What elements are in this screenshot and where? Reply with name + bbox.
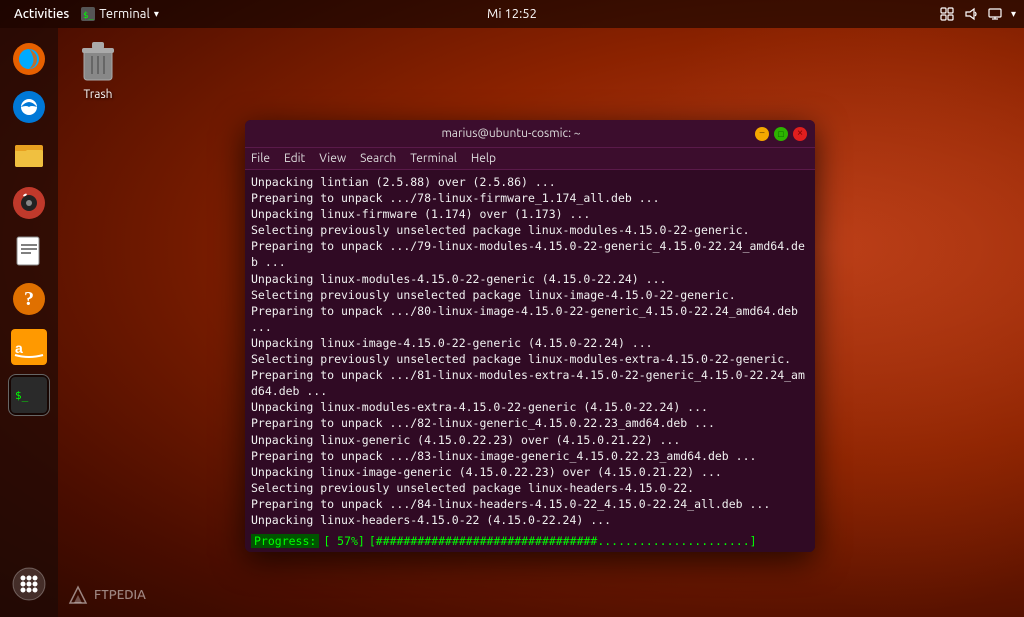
topbar-left: Activities $_ Terminal ▾: [8, 7, 159, 21]
terminal-line-2: Unpacking linux-firmware (1.174) over (1…: [251, 206, 809, 222]
menu-file[interactable]: File: [251, 152, 270, 165]
desktop-trash[interactable]: Trash: [74, 36, 122, 101]
trash-label: Trash: [83, 88, 112, 101]
terminal-line-12: Preparing to unpack .../81-linux-modules…: [251, 367, 809, 383]
terminal-line-19: Selecting previously unselected package …: [251, 480, 809, 496]
dock-icon-firefox[interactable]: [8, 38, 50, 80]
svg-text:a: a: [15, 340, 23, 356]
progress-bar: [################################.......…: [369, 534, 757, 548]
terminal-menubar: File Edit View Search Terminal Help: [245, 148, 815, 170]
dock-icon-amazon[interactable]: a: [8, 326, 50, 368]
terminal-titlebar: marius@ubuntu-cosmic: ~ − □ ×: [245, 120, 815, 148]
topbar-right: ▾: [939, 6, 1016, 22]
maximize-button[interactable]: □: [774, 127, 788, 141]
topbar-clock: Mi 12:52: [487, 7, 537, 21]
dock-icon-document[interactable]: [8, 230, 50, 272]
topbar-app-name[interactable]: Terminal: [99, 7, 150, 21]
dock-icon-thunderbird[interactable]: [8, 86, 50, 128]
close-button[interactable]: ×: [793, 127, 807, 141]
dock-icon-help[interactable]: ?: [8, 278, 50, 320]
system-icon: [987, 6, 1003, 22]
terminal-line-7: Selecting previously unselected package …: [251, 287, 809, 303]
topbar-app: $_ Terminal ▾: [81, 7, 159, 21]
terminal-line-20: Preparing to unpack .../84-linux-headers…: [251, 496, 809, 512]
terminal-line-11: Selecting previously unselected package …: [251, 351, 809, 367]
terminal-line-21: Unpacking linux-headers-4.15.0-22 (4.15.…: [251, 512, 809, 528]
terminal-window: marius@ubuntu-cosmic: ~ − □ × File Edit …: [245, 120, 815, 552]
terminal-line-8: Preparing to unpack .../80-linux-image-4…: [251, 303, 809, 319]
terminal-line-10: Unpacking linux-image-4.15.0-22-generic …: [251, 335, 809, 351]
topbar-dropdown-arrow[interactable]: ▾: [154, 8, 159, 20]
ftpedia-icon: [68, 585, 88, 605]
dock-icon-music[interactable]: [8, 182, 50, 224]
terminal-line-5: b ...: [251, 254, 809, 270]
terminal-progress-area: Progress: [ 57%] [######################…: [245, 532, 815, 552]
dock-icon-terminal[interactable]: $_: [8, 374, 50, 416]
terminal-body[interactable]: Unpacking lintian (2.5.88) over (2.5.86)…: [245, 170, 815, 532]
terminal-line-17: Preparing to unpack .../83-linux-image-g…: [251, 448, 809, 464]
topbar: Activities $_ Terminal ▾ Mi 12:52: [0, 0, 1024, 28]
menu-search[interactable]: Search: [360, 152, 396, 165]
terminal-title: marius@ubuntu-cosmic: ~: [267, 127, 755, 140]
dock: ? a $_: [0, 28, 58, 617]
terminal-tray-icon: $_: [81, 7, 95, 21]
window-buttons: − □ ×: [755, 127, 807, 141]
terminal-line-9: ...: [251, 319, 809, 335]
ftpedia-label: FTPEDIA: [94, 588, 146, 602]
terminal-line-1: Preparing to unpack .../78-linux-firmwar…: [251, 190, 809, 206]
topbar-dropdown-system[interactable]: ▾: [1011, 8, 1016, 20]
terminal-line-13: d64.deb ...: [251, 383, 809, 399]
terminal-line-4: Preparing to unpack .../79-linux-modules…: [251, 238, 809, 254]
progress-line: Progress: [ 57%] [######################…: [251, 534, 809, 548]
menu-terminal[interactable]: Terminal: [410, 152, 457, 165]
terminal-line-14: Unpacking linux-modules-extra-4.15.0-22-…: [251, 399, 809, 415]
dock-icon-appgrid[interactable]: [8, 563, 50, 605]
terminal-line-3: Selecting previously unselected package …: [251, 222, 809, 238]
svg-text:$_: $_: [83, 11, 94, 21]
terminal-line-16: Unpacking linux-generic (4.15.0.22.23) o…: [251, 432, 809, 448]
terminal-line-18: Unpacking linux-image-generic (4.15.0.22…: [251, 464, 809, 480]
minimize-button[interactable]: −: [755, 127, 769, 141]
terminal-line-15: Preparing to unpack .../82-linux-generic…: [251, 415, 809, 431]
progress-percent: [ 57%]: [323, 534, 365, 548]
trash-icon: [74, 36, 122, 84]
ftpedia-logo: FTPEDIA: [68, 585, 146, 605]
terminal-line-6: Unpacking linux-modules-4.15.0-22-generi…: [251, 271, 809, 287]
svg-text:$_: $_: [15, 389, 29, 402]
activities-button[interactable]: Activities: [8, 7, 75, 21]
menu-view[interactable]: View: [319, 152, 346, 165]
terminal-line-0: Unpacking lintian (2.5.88) over (2.5.86)…: [251, 174, 809, 190]
svg-text:?: ?: [24, 288, 34, 310]
network-icon: [939, 6, 955, 22]
menu-edit[interactable]: Edit: [284, 152, 305, 165]
menu-help[interactable]: Help: [471, 152, 496, 165]
volume-icon: [963, 6, 979, 22]
progress-label: Progress:: [251, 534, 319, 548]
dock-icon-files[interactable]: [8, 134, 50, 176]
